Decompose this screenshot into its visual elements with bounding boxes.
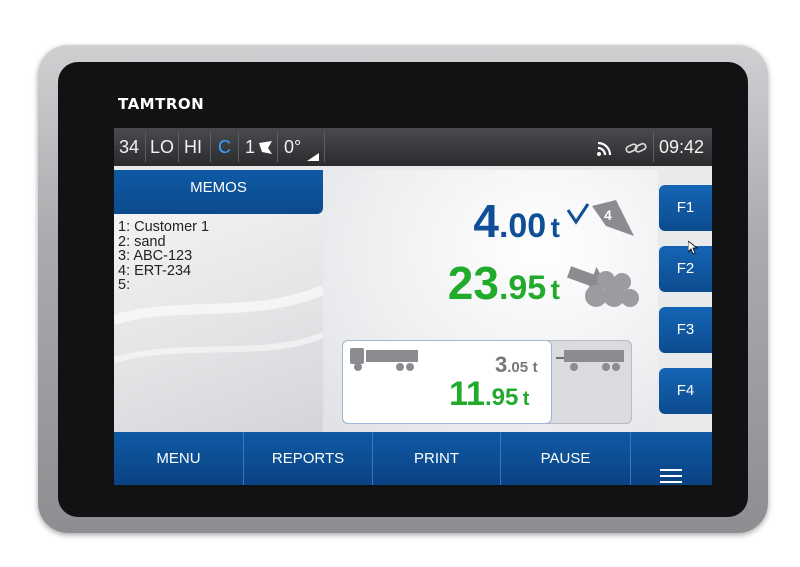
bucket-load-icon: 4: [566, 196, 636, 246]
status-value-34: 34: [119, 137, 140, 157]
memo-line-3[interactable]: 3: ABC-123: [118, 249, 209, 264]
pause-button[interactable]: PAUSE: [501, 432, 630, 485]
flag-icon: [258, 140, 274, 159]
status-hi: HI: [184, 137, 202, 157]
f3-button[interactable]: F3: [659, 307, 712, 353]
status-c: C: [218, 137, 231, 157]
total-weight-dec: .95: [498, 269, 547, 307]
reports-button[interactable]: REPORTS: [244, 432, 372, 485]
clock: 09:42: [659, 137, 705, 157]
total-weight-unit: t: [550, 274, 560, 305]
screen: 34 LO HI C 1 0° 09:42 MEMOS 1: Customer …: [114, 128, 712, 485]
memos-header[interactable]: MEMOS: [114, 170, 323, 214]
bottom-nav: MENU REPORTS PRINT PAUSE: [114, 432, 712, 485]
f4-button[interactable]: F4: [659, 368, 712, 414]
current-weight-unit: t: [550, 212, 560, 243]
wifi-icon: [596, 139, 614, 161]
f2-button[interactable]: F2: [659, 246, 712, 292]
f1-button[interactable]: F1: [659, 185, 712, 231]
memo-list[interactable]: 1: Customer 1 2: sand 3: ABC-123 4: ERT-…: [118, 220, 209, 293]
trailer-icon: [556, 348, 626, 376]
trailer-weight: 11.95 t: [449, 375, 530, 413]
memo-line-5[interactable]: 5:: [118, 278, 209, 293]
memo-line-1[interactable]: 1: Customer 1: [118, 220, 209, 235]
truck-icon: [350, 346, 420, 376]
status-bar: 34 LO HI C 1 0° 09:42: [114, 128, 712, 166]
mouse-cursor-icon: [687, 240, 699, 259]
hamburger-icon: [660, 452, 682, 485]
total-weight: 23.95 t: [448, 256, 560, 310]
hamburger-menu-button[interactable]: [631, 432, 712, 485]
print-button[interactable]: PRINT: [373, 432, 500, 485]
status-count: 1: [245, 137, 256, 157]
status-tilt: 0°: [284, 137, 302, 157]
total-weight-int: 23: [447, 257, 499, 309]
memo-line-2[interactable]: 2: sand: [118, 234, 209, 250]
memo-line-4[interactable]: 4: ERT-234: [118, 263, 209, 279]
bucket-badge: 4: [604, 207, 612, 223]
status-lo: LO: [150, 137, 175, 157]
menu-button[interactable]: MENU: [114, 432, 243, 485]
brand-logo: TAMTRON: [118, 95, 205, 113]
current-weight-int: 4: [473, 195, 499, 247]
current-weight-dec: .00: [498, 207, 547, 245]
link-icon: [624, 140, 648, 160]
current-weight: 4.00 t: [473, 194, 560, 248]
tilt-icon: [307, 146, 319, 165]
load-rocks-icon: [566, 258, 641, 314]
